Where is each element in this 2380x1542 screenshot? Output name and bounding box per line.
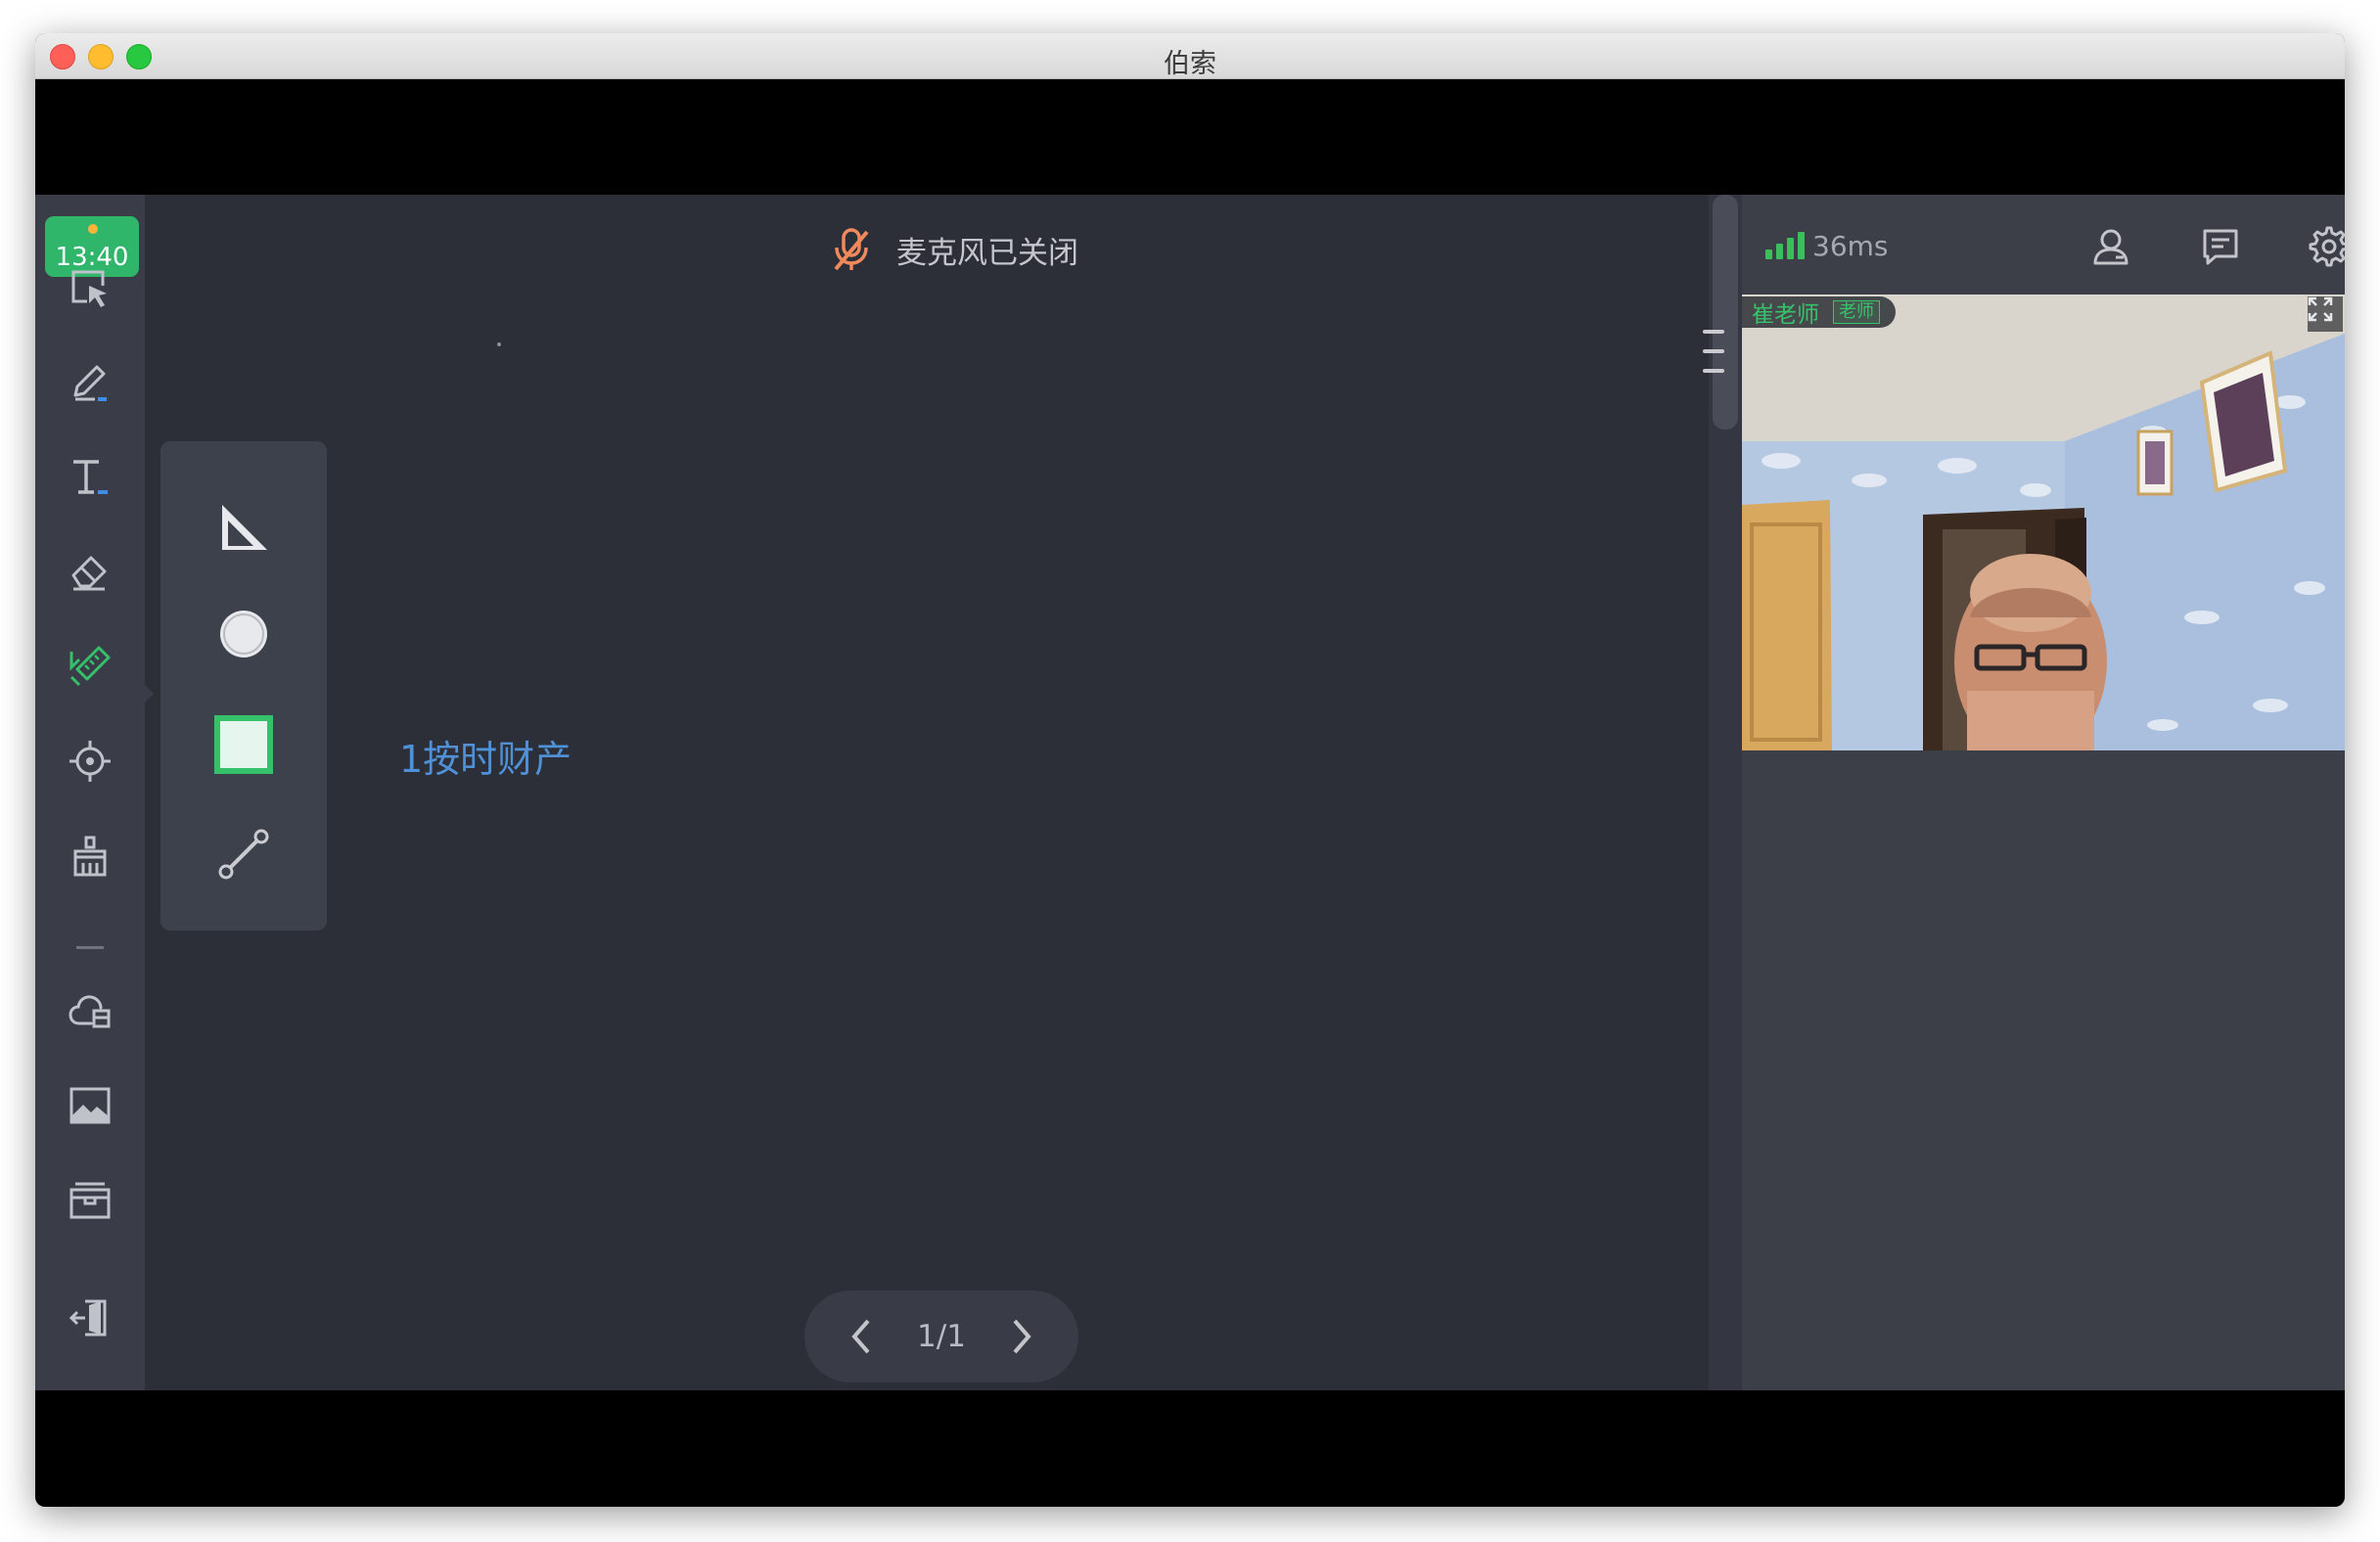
teacher-name: 崔老师 (1752, 302, 1819, 328)
active-tool-caret (145, 685, 154, 703)
right-panel: 36ms 崔老师 老师 (1742, 195, 2345, 1390)
previous-page-button[interactable] (842, 1317, 881, 1356)
sidebar-divider (76, 946, 104, 949)
video-fullscreen-button[interactable] (2308, 296, 2343, 332)
chat-button[interactable] (2194, 220, 2247, 273)
folder-box-icon (69, 1182, 111, 1219)
network-latency: 36ms (1812, 230, 1889, 262)
signal-strength-icon (1765, 230, 1805, 259)
canvas-scrollbar[interactable] (1703, 195, 1742, 1390)
mic-status-banner: 麦克风已关闭 (830, 224, 1078, 275)
participants-button[interactable] (2084, 220, 2137, 273)
pen-tool-button[interactable] (57, 349, 123, 416)
shape-picker-panel (160, 441, 327, 930)
triangle-icon (222, 505, 267, 550)
recording-dot (88, 224, 98, 234)
rectangle-shape-button[interactable] (203, 703, 285, 786)
mic-status-text: 麦克风已关闭 (896, 235, 1078, 271)
page-navigator: 1/1 (804, 1291, 1078, 1383)
user-icon (2093, 229, 2128, 265)
panel-resize-handle[interactable] (1703, 330, 1724, 373)
circle-shape-button[interactable] (203, 593, 285, 675)
line-segment-icon (218, 829, 269, 880)
app-window: 伯索 13:40 麦克风已关闭 1按时财产 1/1 36ms 崔老师 老师 (35, 33, 2345, 1507)
text-tool-button[interactable] (57, 444, 123, 511)
teacher-video[interactable]: 崔老师 老师 (1742, 295, 2345, 750)
tool-sidebar: 13:40 (35, 195, 154, 1390)
cloud-files-tool-button[interactable] (57, 977, 123, 1044)
text-icon (73, 460, 108, 494)
next-page-button[interactable] (1002, 1317, 1041, 1356)
broom-icon (73, 836, 107, 877)
image-tool-button[interactable] (57, 1072, 123, 1139)
ruler-shapes-icon (69, 646, 111, 687)
crosshair-icon (69, 741, 111, 782)
triangle-shape-button[interactable] (203, 487, 285, 569)
circle-icon (220, 611, 267, 658)
pencil-icon (73, 365, 107, 401)
exit-door-icon (69, 1299, 107, 1337)
chat-message-icon (2203, 229, 2238, 265)
teacher-role-badge: 老师 (1833, 300, 1880, 324)
canvas-stroke-dot (497, 342, 501, 346)
mic-off-icon (834, 228, 869, 271)
expand-icon (2308, 296, 2333, 322)
rectangle-icon (214, 715, 273, 774)
canvas-text-annotation[interactable]: 1按时财产 (399, 729, 572, 783)
teacher-name-tag: 崔老师 老师 (1742, 296, 1896, 328)
title-bar: 伯索 (35, 33, 2345, 79)
line-shape-button[interactable] (203, 813, 285, 895)
classroom-app: 13:40 麦克风已关闭 1按时财产 1/1 36ms 崔老师 老师 (35, 195, 2345, 1390)
gear-icon (2309, 226, 2345, 267)
courseware-tool-button[interactable] (57, 1167, 123, 1234)
chevron-left-icon (851, 1319, 870, 1354)
exit-classroom-button[interactable] (57, 1285, 123, 1351)
select-tool-button[interactable] (57, 255, 123, 322)
status-bar: 36ms (1742, 195, 2345, 295)
scrollbar-thumb[interactable] (1713, 195, 1738, 430)
teacher-video-frame (1742, 295, 2345, 750)
settings-button[interactable] (2303, 220, 2345, 273)
chevron-right-icon (1013, 1319, 1031, 1354)
page-indicator: 1/1 (917, 1319, 966, 1354)
eraser-icon (71, 556, 107, 591)
image-icon (69, 1087, 111, 1124)
window-title: 伯索 (1164, 49, 1216, 79)
cloud-disk-icon (69, 995, 111, 1028)
clear-tool-button[interactable] (57, 823, 123, 889)
laser-pointer-tool-button[interactable] (57, 728, 123, 794)
shape-tool-button[interactable] (57, 631, 123, 698)
select-cursor-icon (71, 270, 107, 307)
eraser-tool-button[interactable] (57, 539, 123, 606)
